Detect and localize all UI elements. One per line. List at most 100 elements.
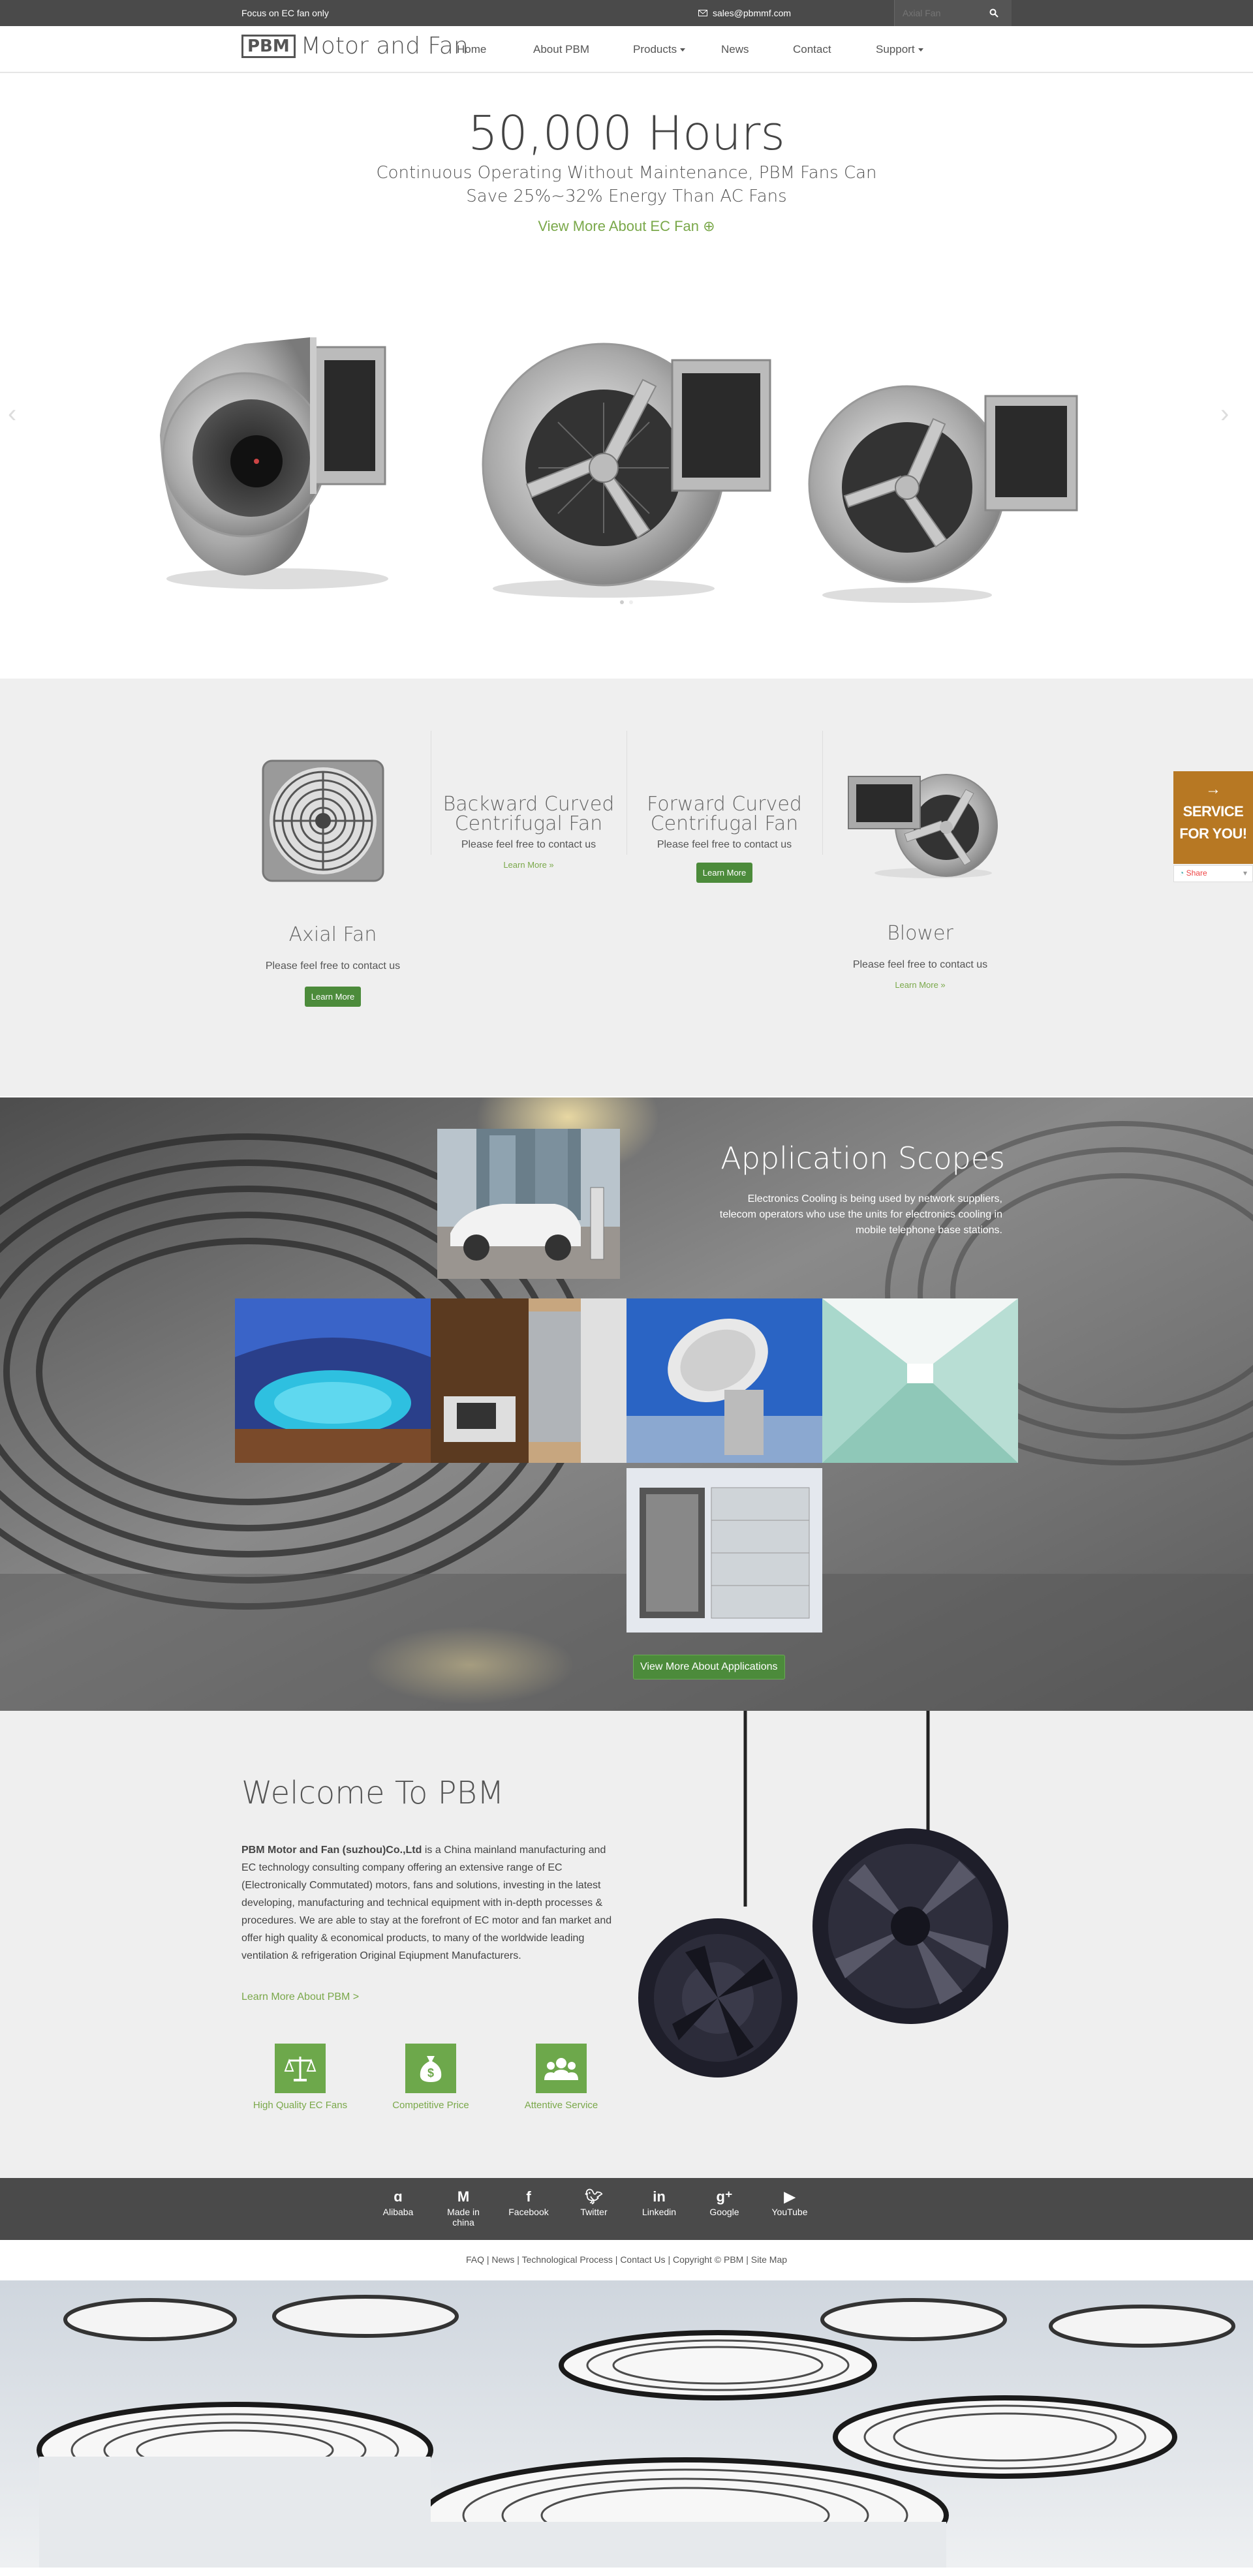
social-label: Alibaba [382, 2207, 414, 2217]
nav-home[interactable]: Home [457, 43, 486, 56]
learn-more-link[interactable]: Learn More » [503, 860, 553, 870]
nav-products-label[interactable]: Products [633, 43, 677, 56]
social-bar: ɑ Alibaba M Made in china f Facebook 🐦︎ Twit… [0, 2178, 1253, 2240]
next-slide-icon[interactable]: › [1220, 399, 1240, 438]
welcome-title: Welcome To PBM [241, 1775, 504, 1811]
hero-link[interactable]: View More About EC Fan ⊕ [0, 218, 1253, 235]
social-youtube[interactable]: ▶ YouTube [760, 2187, 819, 2217]
share-label[interactable]: Share [1186, 868, 1207, 878]
product-text: Please feel free to contact us [657, 839, 792, 850]
service-line1: SERVICE [1183, 803, 1244, 820]
nav-support-label[interactable]: Support [876, 43, 915, 56]
learn-more-about-link[interactable]: Learn More About PBM > [241, 1991, 359, 2003]
social-label: Twitter [580, 2207, 608, 2217]
circle-arrow-icon: ⊕ [703, 218, 715, 234]
footer-link-sitemap[interactable]: Site Map [751, 2254, 787, 2265]
youtube-icon: ▶ [784, 2188, 796, 2205]
applications-title: Application Scopes [720, 1141, 1005, 1176]
people-icon [536, 2044, 587, 2093]
hanging-fans-image [638, 1711, 1008, 2078]
footer-links: FAQ | News | Technological Process | Con… [0, 2240, 1253, 2280]
scale-icon [275, 2044, 326, 2093]
search-box [894, 0, 1012, 26]
search-icon[interactable] [986, 5, 1002, 21]
product-text: Please feel free to contact us [852, 959, 988, 970]
product-text: Please feel free to contact us [461, 839, 596, 850]
twitter-icon: 🐦︎ [585, 2188, 603, 2205]
share-widget[interactable]: ◔ Share ▾ [1173, 865, 1253, 882]
app-image-pool [235, 1298, 431, 1463]
logo-mark: PBM [241, 34, 296, 58]
product-title-line2: Centrifugal Fan [454, 812, 603, 835]
product-blower: Blower Please feel free to contact us Le… [829, 924, 1012, 991]
top-bar: Focus on EC fan only sales@pbmmf.com [0, 0, 1253, 26]
footer-link-news[interactable]: News [491, 2254, 514, 2265]
share-icon: ◔ [1179, 868, 1184, 878]
tagline: Focus on EC fan only [241, 8, 329, 18]
slide-dot[interactable] [620, 600, 624, 604]
arrow-right-icon: → [1205, 780, 1221, 798]
alibaba-icon: ɑ [394, 2188, 403, 2205]
footer-link-contact[interactable]: Contact Us [620, 2254, 665, 2265]
welcome-body: is a China mainland manufacturing and EC… [241, 1845, 612, 1961]
social-google[interactable]: g⁺ Google [695, 2187, 754, 2217]
welcome-section: Welcome To PBM PBM Motor and Fan (suzhou… [0, 1711, 1253, 2178]
social-made-in-china[interactable]: M Made in china [434, 2187, 493, 2228]
learn-more-button[interactable]: Learn More [304, 987, 362, 1007]
learn-more-link[interactable]: Learn More » [895, 980, 945, 990]
chevron-down-icon: ▾ [1243, 868, 1247, 878]
chevron-down-icon [680, 48, 686, 52]
svg-text:$: $ [427, 2066, 434, 2079]
social-label: Google [709, 2207, 739, 2217]
hero-title: 50,000 Hours [468, 106, 785, 161]
hero-slider: 50,000 Hours Continuous Operating Withou… [0, 73, 1253, 679]
social-label: Linkedin [642, 2207, 677, 2217]
social-label: Made in china [447, 2207, 480, 2228]
axial-fan-image [262, 759, 384, 882]
email-link[interactable]: sales@pbmmf.com [698, 8, 791, 18]
site-header: PBM Motor and Fan Home About PBM Product… [0, 26, 1253, 73]
logo[interactable]: PBM Motor and Fan [241, 33, 469, 59]
email-text[interactable]: sales@pbmmf.com [713, 8, 791, 18]
slide-dot[interactable] [629, 600, 633, 604]
social-twitter[interactable]: 🐦︎ Twitter [565, 2187, 623, 2217]
feature-quality[interactable]: High Quality EC Fans [241, 2044, 359, 2111]
social-label: YouTube [771, 2207, 808, 2217]
social-facebook[interactable]: f Facebook [499, 2187, 558, 2217]
prev-slide-icon[interactable]: ‹ [8, 399, 27, 438]
divider [822, 731, 823, 855]
footer-link-process[interactable]: Technological Process [522, 2254, 613, 2265]
social-label: Facebook [508, 2207, 549, 2217]
nav-products[interactable]: Products [633, 43, 686, 56]
hero-subtitle-line1: Continuous Operating Without Maintenance… [376, 163, 877, 183]
blower-fan-image-3 [808, 385, 1078, 603]
product-axial: Axial Fan Please feel free to contact us… [241, 925, 424, 1007]
feature-service[interactable]: Attentive Service [503, 2044, 620, 2111]
view-applications-button[interactable]: View More About Applications [633, 1655, 785, 1679]
facebook-icon: f [526, 2188, 531, 2205]
nav-support[interactable]: Support [876, 43, 923, 56]
products-section: Axial Fan Please feel free to contact us… [0, 679, 1253, 1096]
hero-subtitle-line2: Save 25%~32% Energy Than AC Fans [466, 187, 787, 206]
money-bag-icon: $ [405, 2044, 456, 2093]
search-input[interactable] [895, 8, 986, 18]
product-forward: Forward Curved Centrifugal Fan Please fe… [633, 795, 816, 883]
social-linkedin[interactable]: in Linkedin [630, 2187, 688, 2217]
chevron-down-icon [918, 48, 923, 52]
feature-price[interactable]: $ Competitive Price [372, 2044, 489, 2111]
page-end [0, 2568, 1253, 2576]
service-line2: FOR YOU! [1179, 825, 1247, 842]
feature-label: Competitive Price [392, 2100, 469, 2111]
app-image-ev-charging [437, 1129, 620, 1279]
nav-contact[interactable]: Contact [793, 43, 831, 56]
social-alibaba[interactable]: ɑ Alibaba [369, 2187, 427, 2217]
google-plus-icon: g⁺ [716, 2188, 733, 2205]
hero-link-text[interactable]: View More About EC Fan [538, 218, 699, 234]
nav-about[interactable]: About PBM [533, 43, 589, 56]
service-widget[interactable]: → SERVICE FOR YOU! [1173, 771, 1253, 864]
learn-more-button[interactable]: Learn More [696, 863, 753, 883]
footer-link-faq[interactable]: FAQ [466, 2254, 484, 2265]
nav-news[interactable]: News [721, 43, 749, 56]
applications-description: Electronics Cooling is being used by net… [719, 1193, 1002, 1236]
blower-fan-image-2 [482, 343, 771, 598]
